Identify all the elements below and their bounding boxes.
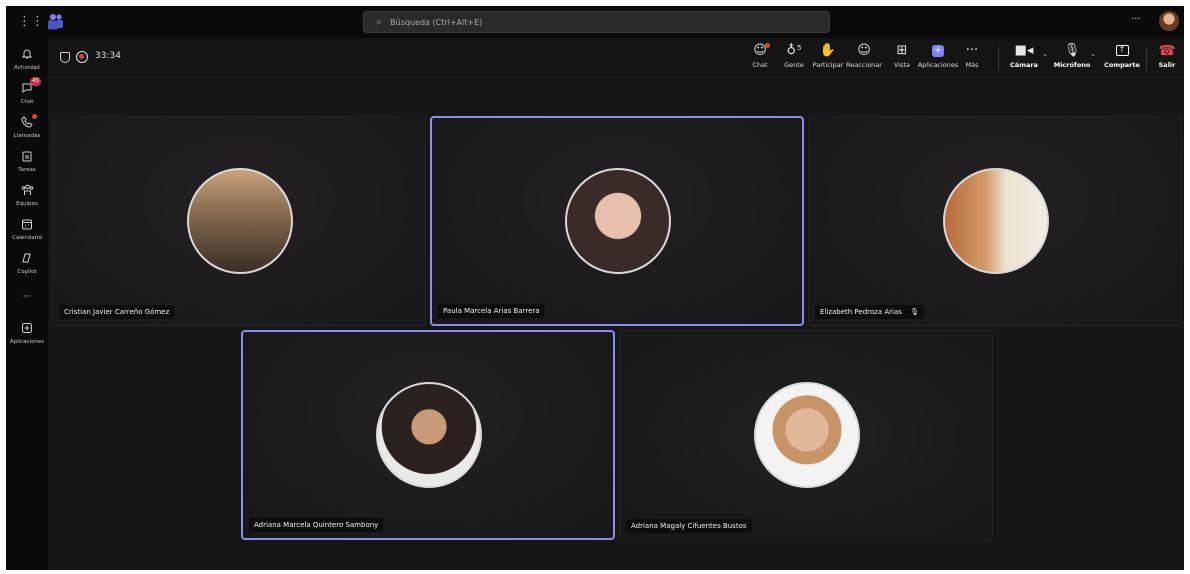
search-box[interactable]: ⌕ Búsqueda (Ctrl+Alt+E)	[363, 11, 830, 33]
participant-name: Adriana Marcela Quintero Sambony	[249, 518, 384, 532]
shield-icon	[60, 52, 70, 63]
share-button[interactable]: ↑ Comparte	[1100, 42, 1144, 69]
participant-name: Paula Marcela Arias Barrera	[438, 304, 545, 318]
app-launcher-icon[interactable]: ⋮⋮⋮	[18, 15, 57, 29]
rail-item-chat[interactable]: 45 Chat	[6, 77, 48, 105]
meeting-header: 33:34 ☺ Chat ♁5 Gente ✋ Participar ☺ Rea…	[48, 38, 1184, 78]
mic-chevron-icon[interactable]: ⌄	[1090, 50, 1096, 58]
user-avatar[interactable]	[1159, 11, 1179, 31]
meeting-timer: 33:34	[95, 51, 121, 61]
titlebar-more-icon[interactable]: ···	[1131, 14, 1141, 25]
recording-icon	[76, 51, 88, 63]
more-icon: ···	[965, 43, 979, 58]
participant-avatar	[565, 168, 671, 274]
participant-tile[interactable]: Cristian Javier Carreño Gómez	[52, 116, 426, 326]
participant-tile[interactable]: Elizabeth Pedroza Arias 🎙︎	[808, 116, 1182, 326]
more-button[interactable]: ··· Más	[950, 42, 994, 69]
participant-avatar	[187, 168, 293, 274]
title-bar: ⋮⋮⋮ ⌕ Búsqueda (Ctrl+Alt+E) ···	[6, 6, 1184, 38]
rail-item-calls[interactable]: Llamadas	[6, 114, 48, 139]
video-stage: Cristian Javier Carreño Gómez Paula Marc…	[48, 79, 1184, 570]
teams-icon	[20, 184, 34, 198]
participant-avatar	[754, 382, 860, 488]
rail-item-teams[interactable]: Equipos	[6, 184, 48, 207]
rail-item-tasks[interactable]: Tareas	[6, 150, 48, 173]
rail-item-copilot[interactable]: Copilot	[6, 252, 48, 275]
hang-up-icon: ☎	[1158, 43, 1176, 59]
teams-window: ⋮⋮⋮ ⌕ Búsqueda (Ctrl+Alt+E) ··· Activida…	[6, 6, 1184, 570]
chat-badge: 45	[30, 77, 41, 86]
rail-item-activity[interactable]: Actividad	[6, 48, 48, 71]
camera-off-icon: ■◂	[1014, 43, 1034, 58]
share-icon: ↑	[1100, 42, 1144, 60]
camera-chevron-icon[interactable]: ⌄	[1042, 50, 1048, 58]
participant-name: Adriana Magaly Cifuentes Bustos	[626, 519, 752, 533]
participant-tile[interactable]: Adriana Marcela Quintero Sambony	[241, 330, 615, 540]
participant-name: Elizabeth Pedroza Arias	[820, 308, 902, 316]
participant-tile[interactable]: Paula Marcela Arias Barrera	[430, 116, 804, 326]
apps-icon	[20, 322, 34, 336]
bell-icon	[20, 48, 34, 62]
calls-notification-dot	[32, 114, 37, 119]
search-placeholder: Búsqueda (Ctrl+Alt+E)	[390, 17, 483, 27]
search-icon: ⌕	[376, 15, 383, 28]
teams-logo-icon	[48, 14, 63, 30]
left-rail: Actividad 45 Chat Llamadas Tareas Equipo…	[6, 38, 48, 570]
chat-icon: 45	[20, 77, 41, 96]
participant-avatar	[376, 382, 482, 488]
participant-name: Cristian Javier Carreño Gómez	[59, 305, 175, 319]
phone-icon	[20, 114, 37, 130]
mic-button[interactable]: 🎙︎ Micrófono ⌄	[1050, 42, 1096, 69]
leave-button[interactable]: ☎ Salir	[1145, 42, 1184, 69]
rail-item-calendar[interactable]: Calendario	[6, 218, 48, 241]
microphone-icon: 🎙︎	[1063, 43, 1081, 58]
tasks-icon	[20, 150, 34, 164]
participant-avatar	[943, 168, 1049, 274]
calendar-icon	[20, 218, 34, 232]
divider	[998, 47, 999, 71]
rail-item-apps[interactable]: Aplicaciones	[6, 322, 48, 345]
more-icon: ···	[22, 292, 32, 302]
copilot-icon	[20, 252, 34, 266]
participant-tile[interactable]: Adriana Magaly Cifuentes Bustos	[619, 330, 993, 540]
rail-item-more[interactable]: ···	[6, 292, 48, 302]
participant-name-tag: Elizabeth Pedroza Arias 🎙︎	[815, 305, 925, 319]
mic-off-icon: 🎙︎	[910, 308, 920, 316]
camera-button[interactable]: ■◂ Cámara ⌄	[1002, 42, 1048, 69]
